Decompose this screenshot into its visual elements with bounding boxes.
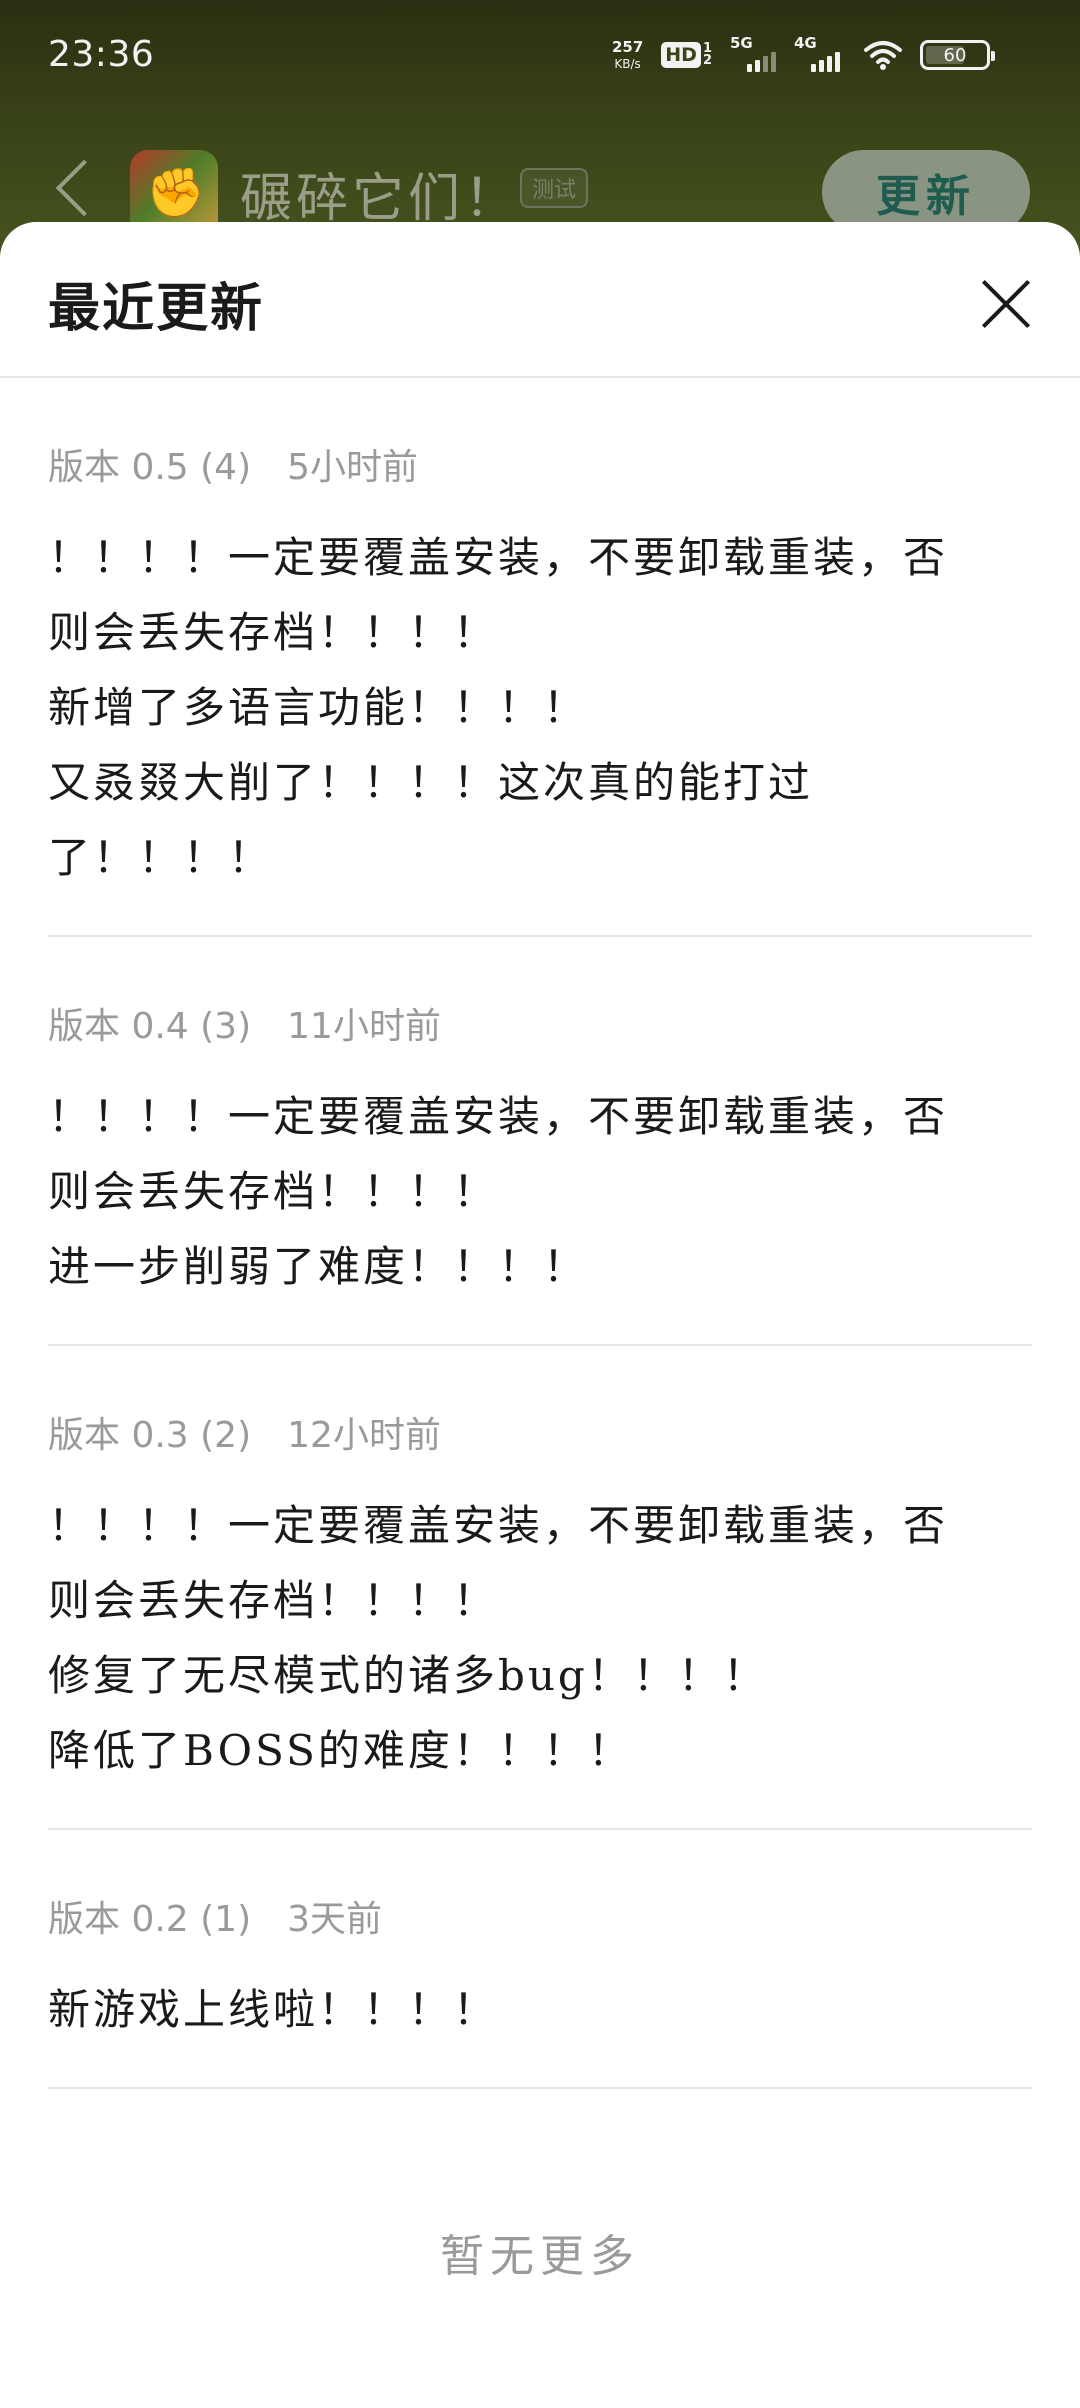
status-time: 23:36: [48, 34, 155, 75]
wifi-icon: [864, 40, 902, 70]
signal-4g-label: 4G: [794, 34, 817, 52]
back-chevron-icon[interactable]: [55, 159, 113, 217]
hd-sub: 1 2: [702, 41, 712, 68]
release-notes: ！！！！一定要覆盖安装，不要卸载重装，否 则会丢失存档！！！！ 新增了多语言功能…: [48, 520, 1032, 935]
battery-icon: 60: [920, 40, 995, 70]
note-line: ！！！！一定要覆盖安装，不要卸载重装，否: [48, 1092, 949, 1141]
note-line: ！！！！一定要覆盖安装，不要卸载重装，否: [48, 1501, 949, 1550]
release-item: 版本 0.3 (2) 12小时前 ！！！！一定要覆盖安装，不要卸载重装，否 则会…: [48, 1346, 1032, 1830]
release-item: 版本 0.5 (4) 5小时前 ！！！！一定要覆盖安装，不要卸载重装，否 则会丢…: [48, 378, 1032, 937]
release-item: 版本 0.2 (1) 3天前 新游戏上线啦！！！！: [48, 1830, 1032, 2089]
note-line: 则会丢失存档！！！！: [48, 1167, 499, 1216]
no-more-label: 暂无更多: [440, 2231, 640, 2282]
sheet-header: 最近更新: [0, 222, 1080, 378]
release-version: 版本 0.5 (4): [48, 447, 252, 488]
battery-level: 60: [943, 44, 967, 66]
note-line: 降低了BOSS的难度！！！！: [48, 1726, 633, 1775]
release-item: 版本 0.4 (3) 11小时前 ！！！！一定要覆盖安装，不要卸载重装，否 则会…: [48, 937, 1032, 1346]
status-bar: 23:36 257 KB/s HD 1 2 5G 4G 60: [0, 0, 1080, 120]
app-title: 碾碎它们！: [240, 169, 521, 229]
note-line: 了！！！！: [48, 833, 274, 882]
net-speed: 257 KB/s: [611, 38, 644, 71]
test-tag: 测试: [520, 168, 589, 208]
release-notes: ！！！！一定要覆盖安装，不要卸载重装，否 则会丢失存档！！！！ 修复了无尽模式的…: [48, 1488, 1032, 1828]
net-speed-unit: KB/s: [614, 57, 641, 71]
release-notes: 新游戏上线啦！！！！: [48, 1972, 1032, 2087]
release-version: 版本 0.3 (2): [48, 1415, 252, 1456]
release-meta: 版本 0.3 (2) 12小时前: [48, 1406, 1032, 1458]
status-icons: 257 KB/s HD 1 2 5G 4G 60: [611, 34, 995, 72]
hd-icon: HD 1 2: [661, 41, 712, 68]
release-meta: 版本 0.5 (4) 5小时前: [48, 438, 1032, 490]
release-meta: 版本 0.2 (1) 3天前: [48, 1890, 1032, 1942]
release-version: 版本 0.2 (1): [48, 1899, 252, 1940]
note-line: 进一步削弱了难度！！！！: [48, 1242, 589, 1291]
note-line: 新增了多语言功能！！！！: [48, 683, 589, 732]
note-line: 新游戏上线啦！！！！: [48, 1985, 499, 2034]
net-speed-value: 257: [611, 38, 644, 56]
note-line: 修复了无尽模式的诸多bug！！！！: [48, 1651, 768, 1700]
note-line: 则会丢失存档！！！！: [48, 1576, 499, 1625]
recent-updates-sheet: 最近更新 版本 0.5 (4) 5小时前 ！！！！一定要覆盖安装，不要卸载重装，…: [0, 222, 1080, 2408]
sheet-title: 最近更新: [48, 278, 265, 339]
screen: 23:36 257 KB/s HD 1 2 5G 4G 60 ✊ 碾碎它们！ 测…: [0, 0, 1080, 2408]
release-time: 11小时前: [287, 1006, 441, 1047]
hd-sub-bottom: 2: [702, 53, 712, 68]
release-meta: 版本 0.4 (3) 11小时前: [48, 997, 1032, 1049]
signal-5g-label: 5G: [730, 34, 753, 52]
release-time: 5小时前: [287, 447, 419, 488]
hd-label: HD: [661, 42, 701, 68]
release-time: 12小时前: [287, 1415, 441, 1456]
close-icon[interactable]: [968, 266, 1044, 342]
note-line: 又叒叕大削了！！！！这次真的能打过: [48, 758, 814, 807]
note-line: 则会丢失存档！！！！: [48, 608, 499, 657]
release-version: 版本 0.4 (3): [48, 1006, 252, 1047]
release-time: 3天前: [287, 1899, 383, 1940]
note-line: ！！！！一定要覆盖安装，不要卸载重装，否: [48, 533, 949, 582]
signal-4g-icon: 4G: [794, 34, 846, 72]
signal-5g-icon: 5G: [730, 34, 776, 72]
release-notes: ！！！！一定要覆盖安装，不要卸载重装，否 则会丢失存档！！！！ 进一步削弱了难度…: [48, 1079, 1032, 1344]
